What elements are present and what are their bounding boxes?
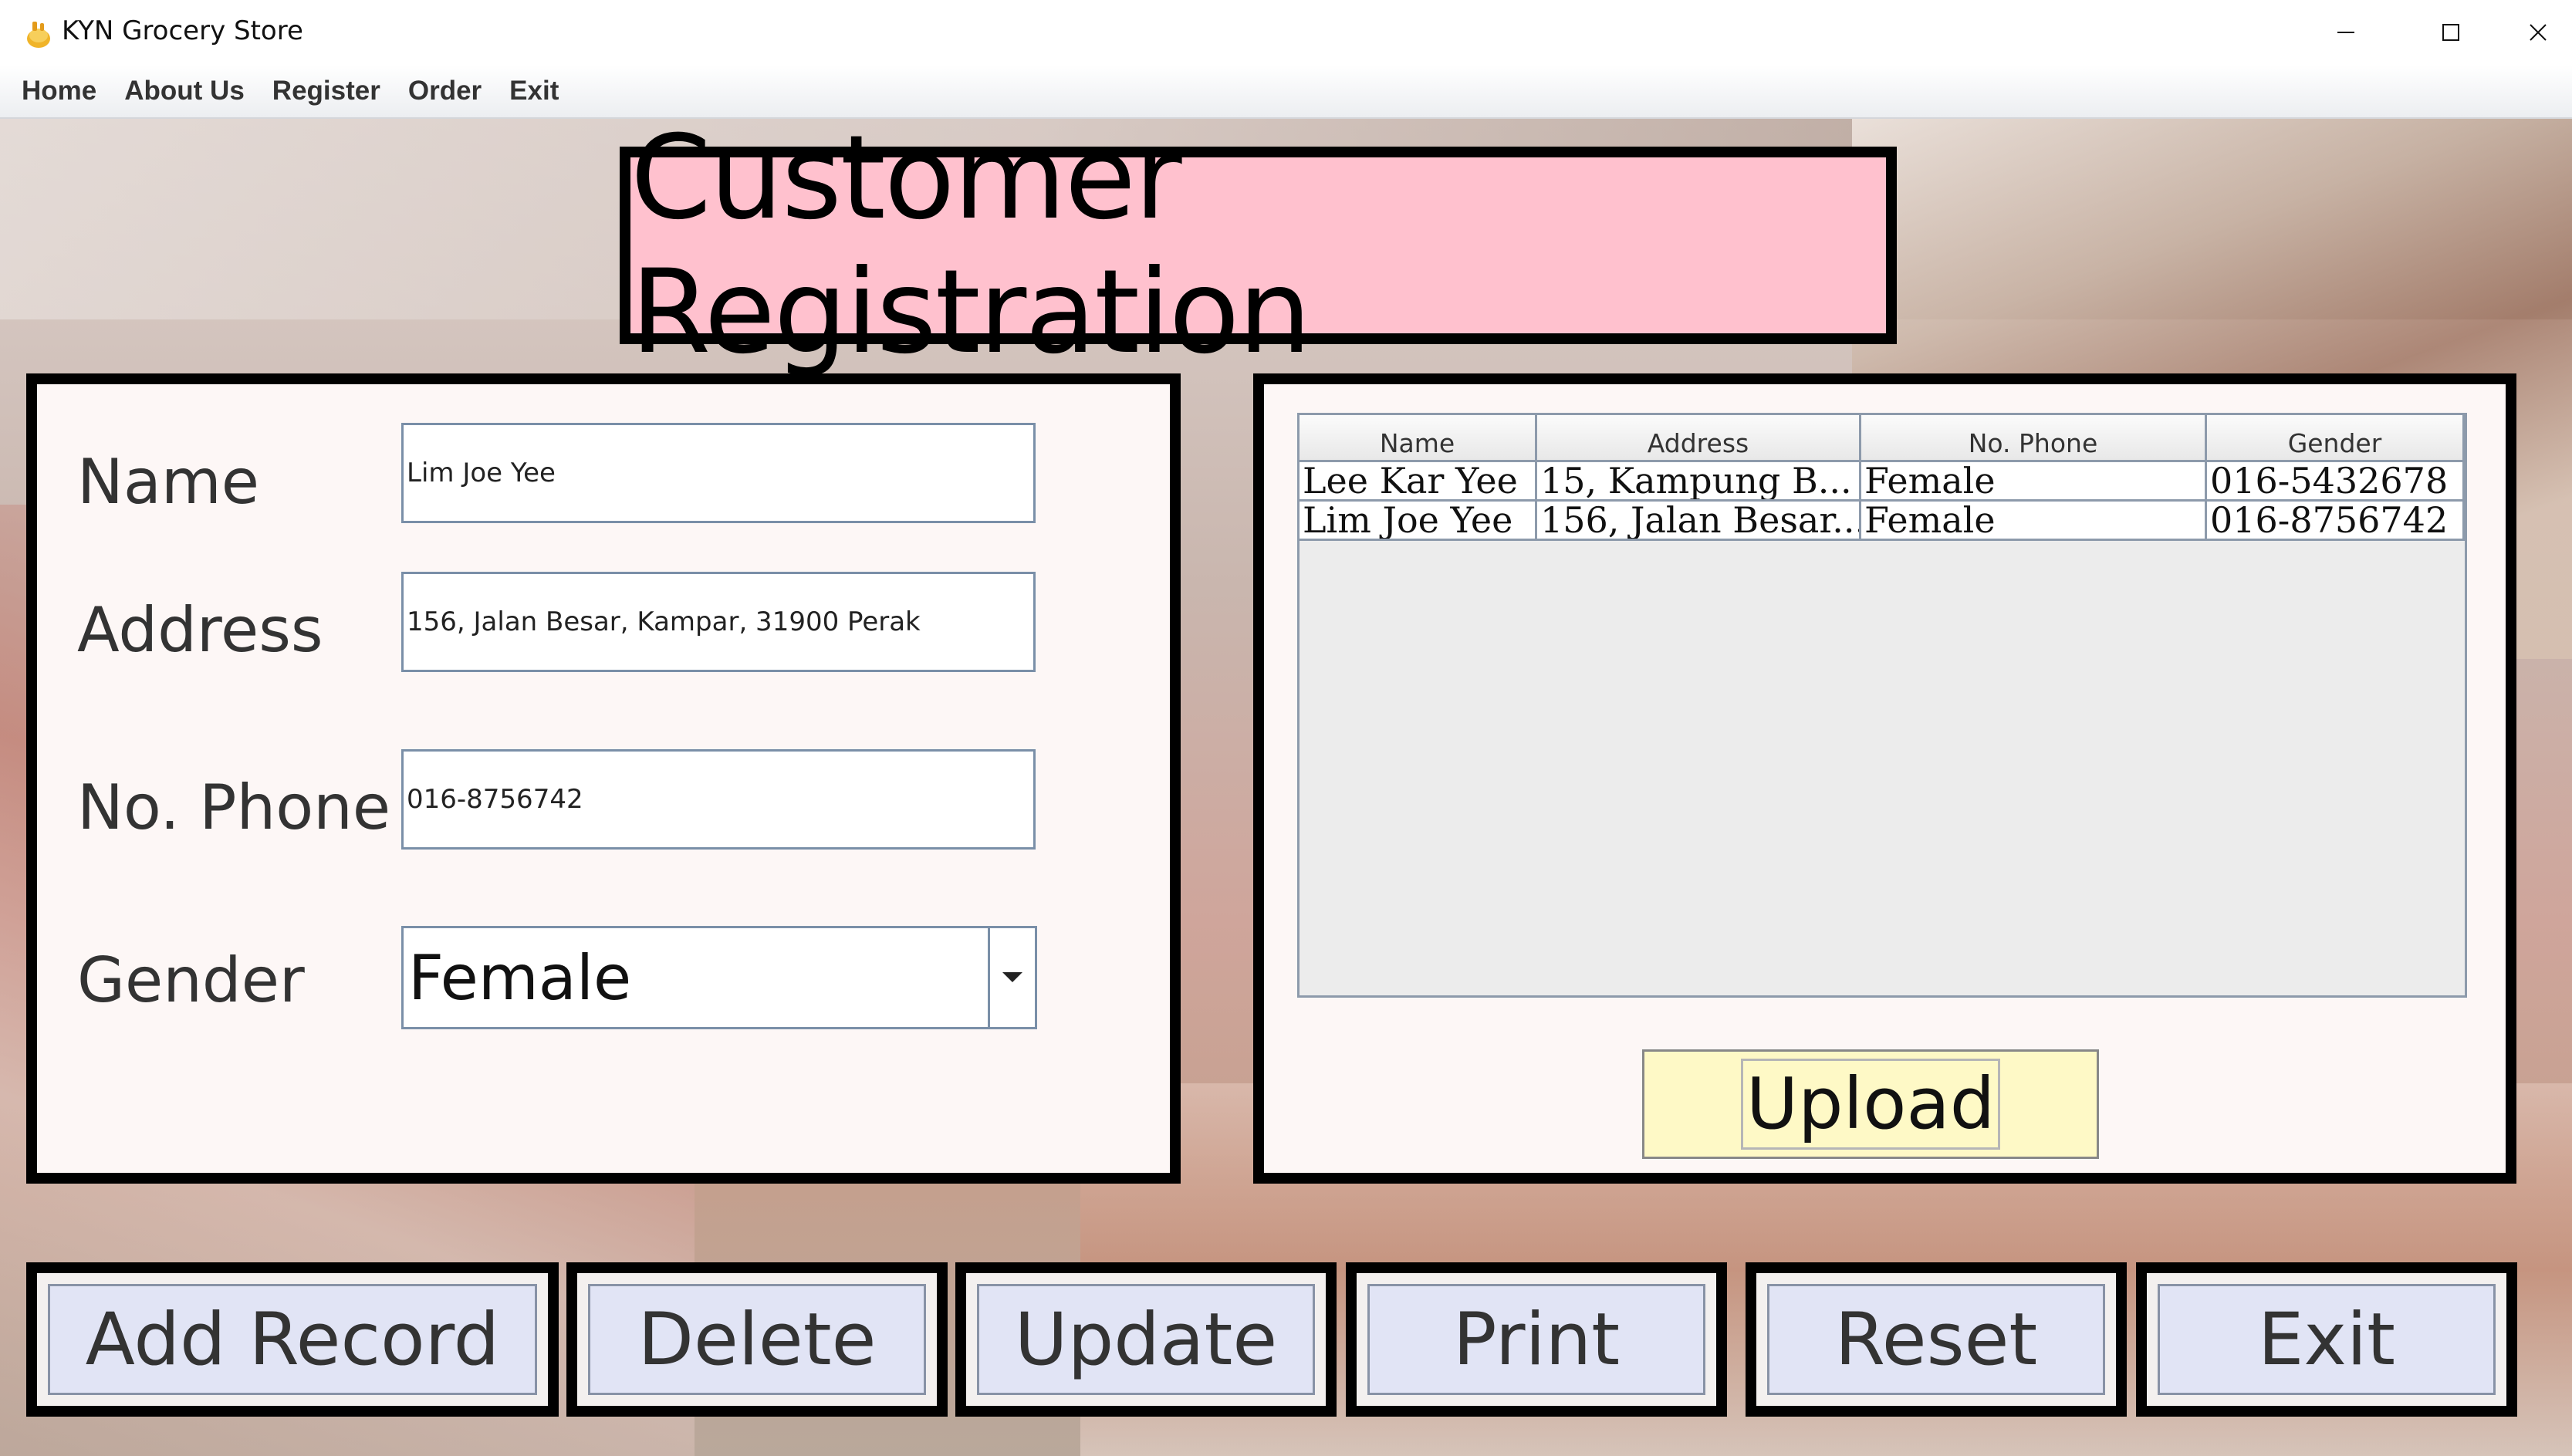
maximize-button[interactable] xyxy=(2398,0,2503,65)
exit-button[interactable]: Exit xyxy=(2158,1284,2496,1395)
gender-selected-value: Female xyxy=(404,928,990,1027)
customer-table-area: Name Address No. Phone Gender Lee Kar Ye… xyxy=(1264,384,2506,1173)
table-cell: Female xyxy=(1861,502,2207,539)
header-inner: Customer Registration xyxy=(630,111,1886,380)
delete-button[interactable]: Delete xyxy=(588,1284,926,1395)
gender-label: Gender xyxy=(77,944,305,1016)
reset-button[interactable]: Reset xyxy=(1767,1284,2105,1395)
menu-exit[interactable]: Exit xyxy=(495,76,573,106)
page-title: Customer Registration xyxy=(630,111,1312,380)
phone-label: No. Phone xyxy=(77,772,391,843)
exit-frame: Exit xyxy=(2136,1262,2517,1417)
phone-input[interactable]: 016-8756742 xyxy=(401,749,1036,850)
reset-frame: Reset xyxy=(1746,1262,2127,1417)
customer-form: Name Lim Joe Yee Address 156, Jalan Besa… xyxy=(37,384,1170,1173)
column-header-address[interactable]: Address xyxy=(1537,415,1861,460)
table-cell: Lim Joe Yee xyxy=(1300,502,1537,539)
update-button[interactable]: Update xyxy=(977,1284,1315,1395)
address-label: Address xyxy=(77,594,323,666)
menu-about-us[interactable]: About Us xyxy=(110,76,259,106)
address-input[interactable]: 156, Jalan Besar, Kampar, 31900 Perak xyxy=(401,572,1036,672)
column-header-gender[interactable]: Gender xyxy=(2207,415,2465,460)
customer-table[interactable]: Name Address No. Phone Gender Lee Kar Ye… xyxy=(1297,413,2467,998)
delete-frame: Delete xyxy=(566,1262,948,1417)
upload-button[interactable]: Upload xyxy=(1642,1049,2099,1159)
add-record-button[interactable]: Add Record xyxy=(48,1284,537,1395)
minimize-icon xyxy=(2337,32,2354,33)
table-cell: 016-5432678 xyxy=(2207,462,2465,499)
table-cell: 156, Jalan Besar... xyxy=(1537,502,1861,539)
column-header-name[interactable]: Name xyxy=(1300,415,1537,460)
close-button[interactable] xyxy=(2503,0,2572,65)
update-frame: Update xyxy=(955,1262,1337,1417)
add-record-frame: Add Record xyxy=(26,1262,559,1417)
window-title-bar: KYN Grocery Store xyxy=(0,0,2572,65)
table-cell: 15, Kampung B... xyxy=(1537,462,1861,499)
name-label: Name xyxy=(77,446,260,518)
table-header: Name Address No. Phone Gender xyxy=(1300,415,2465,462)
maximize-icon xyxy=(2442,24,2459,41)
table-cell: 016-8756742 xyxy=(2207,502,2465,539)
column-header-phone[interactable]: No. Phone xyxy=(1861,415,2207,460)
grocery-app-icon xyxy=(27,22,50,48)
customer-table-panel: Name Address No. Phone Gender Lee Kar Ye… xyxy=(1253,373,2516,1184)
menu-register[interactable]: Register xyxy=(259,76,394,106)
upload-button-label: Upload xyxy=(1740,1059,2001,1150)
gender-dropdown-button[interactable] xyxy=(990,928,1035,1027)
close-icon xyxy=(2529,24,2547,41)
header-banner: Customer Registration xyxy=(620,111,1897,380)
window-title: KYN Grocery Store xyxy=(62,15,303,46)
customer-form-panel: Name Lim Joe Yee Address 156, Jalan Besa… xyxy=(26,373,1181,1184)
name-input[interactable]: Lim Joe Yee xyxy=(401,423,1036,523)
minimize-button[interactable] xyxy=(2293,0,2398,65)
table-cell: Female xyxy=(1861,462,2207,499)
gender-select[interactable]: Female xyxy=(401,926,1037,1029)
menu-order[interactable]: Order xyxy=(394,76,495,106)
print-button[interactable]: Print xyxy=(1367,1284,1705,1395)
table-row[interactable]: Lim Joe Yee 156, Jalan Besar... Female 0… xyxy=(1300,502,2465,541)
menu-home[interactable]: Home xyxy=(8,76,110,106)
table-cell: Lee Kar Yee xyxy=(1300,462,1537,499)
print-frame: Print xyxy=(1346,1262,1727,1417)
chevron-down-icon xyxy=(1002,972,1022,982)
table-row[interactable]: Lee Kar Yee 15, Kampung B... Female 016-… xyxy=(1300,462,2465,502)
